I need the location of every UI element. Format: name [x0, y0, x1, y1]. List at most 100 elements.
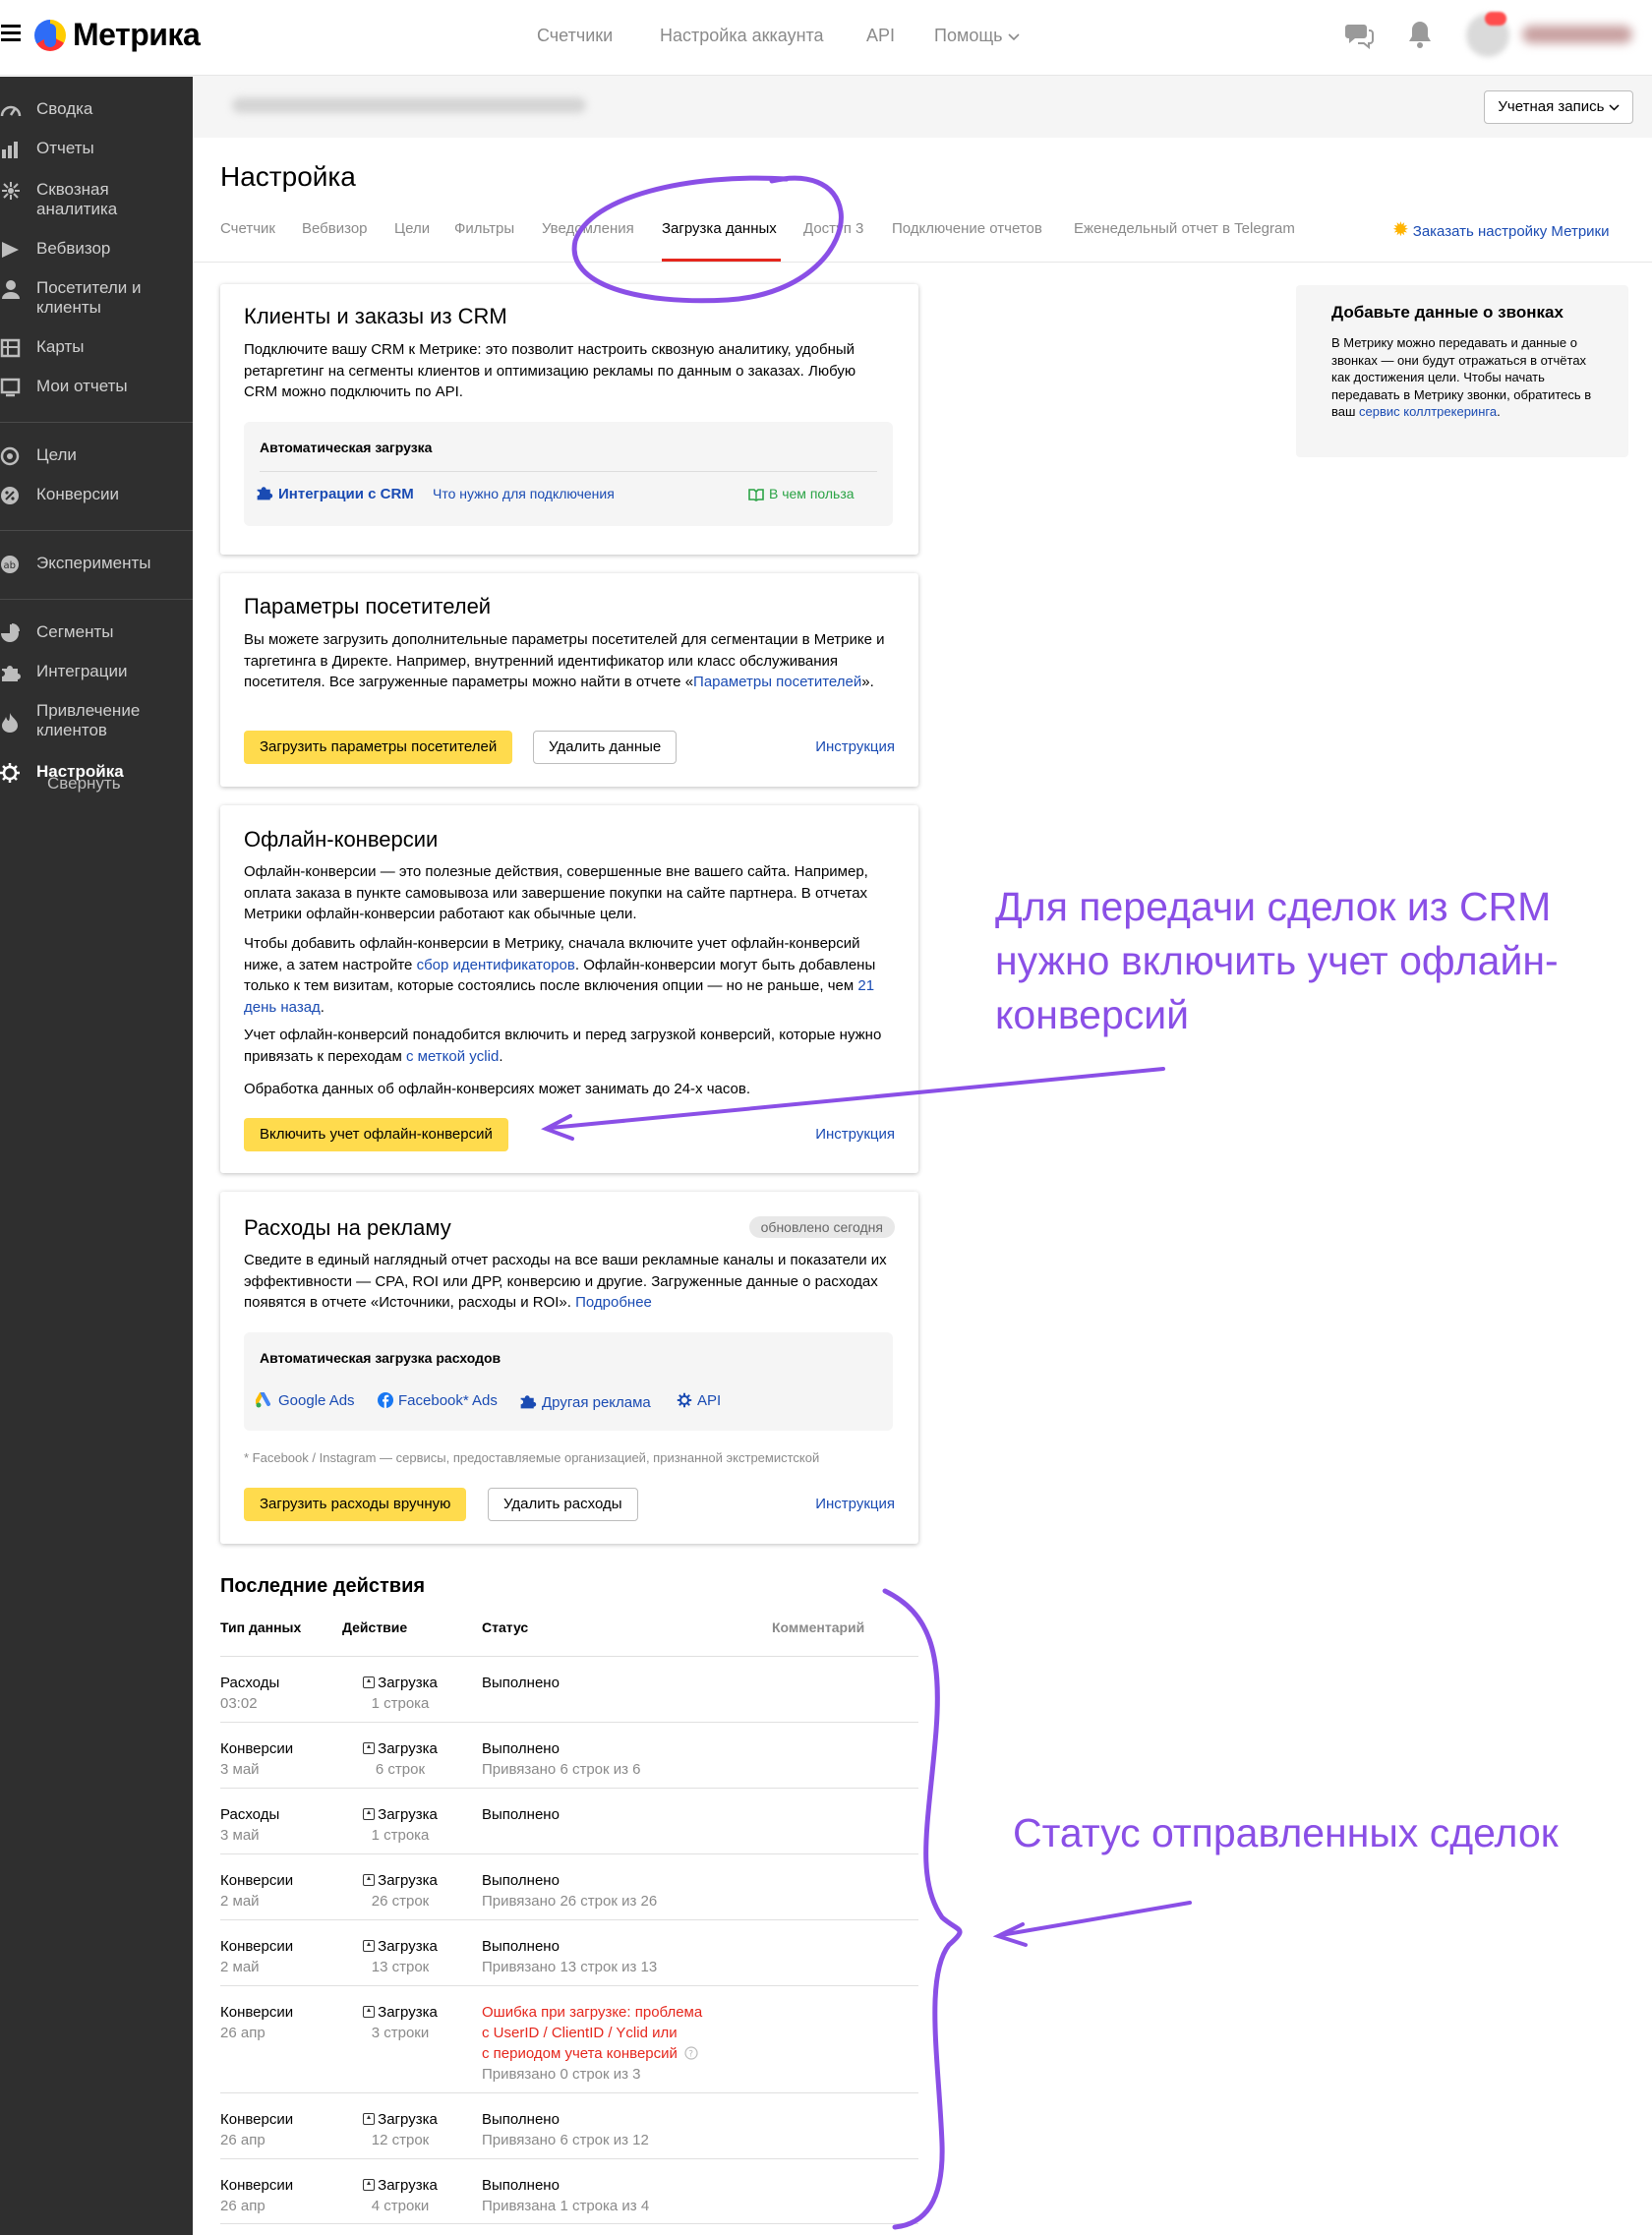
crm-requirements-link[interactable]: Что нужно для подключения [433, 486, 615, 501]
google-ads-link[interactable]: Google Ads [255, 1391, 355, 1409]
nav-account-settings[interactable]: Настройка аккаунта [660, 26, 824, 46]
error-status-line: Ошибка при загрузке: проблема [482, 2004, 703, 2021]
calltracking-link[interactable]: сервис коллтрекеринга [1359, 404, 1497, 419]
facebook-ads-link[interactable]: Facebook* Ads [378, 1392, 498, 1409]
account-button[interactable]: Учетная запись [1484, 90, 1633, 124]
question-icon[interactable]: ? [684, 2046, 698, 2060]
dashboard-icon [0, 105, 22, 117]
gear-icon [677, 1392, 692, 1408]
instruction-link[interactable]: Инструкция [815, 1496, 895, 1512]
ad-auto-upload-panel: Автоматическая загрузка расходов Google … [244, 1332, 893, 1431]
upload-expenses-button[interactable]: Загрузить расходы вручную [244, 1488, 467, 1521]
nav-counters[interactable]: Счетчики [537, 26, 613, 46]
date-label: 03:02 [220, 1695, 258, 1712]
api-link[interactable]: API [677, 1392, 721, 1409]
tab-notifications[interactable]: Уведомления [542, 220, 634, 237]
row-count: 12 строк [371, 2132, 430, 2148]
row-count: 6 строк [375, 1761, 426, 1778]
cell-type: Конверсии 2 май [220, 1870, 293, 1912]
puzzle-icon [2, 666, 21, 681]
calls-text-end: . [1497, 404, 1501, 419]
visitor-params-card: Параметры посетителей Вы можете загрузит… [220, 573, 918, 787]
action-label: Загрузка [378, 1938, 438, 1955]
id-collection-link[interactable]: сбор идентификаторов [417, 957, 575, 973]
more-link[interactable]: Подробнее [575, 1294, 652, 1311]
row-count: 4 строки [371, 2198, 430, 2214]
upload-icon [363, 2006, 376, 2018]
crm-integrations-link[interactable]: Интеграции с CRM [256, 484, 414, 502]
status-detail: Привязано 26 строк из 26 [482, 1893, 658, 1910]
instruction-link[interactable]: Инструкция [815, 1126, 895, 1143]
map-icon [0, 338, 21, 358]
svg-text:?: ? [688, 2050, 693, 2060]
chevron-down-icon [1609, 104, 1620, 111]
percent-icon [1, 487, 19, 504]
calls-title: Добавьте данные о звонках [1331, 303, 1564, 322]
google-ads-label: Google Ads [278, 1392, 355, 1409]
tab-telegram-report[interactable]: Еженедельный отчет в Telegram [1074, 220, 1295, 237]
yclid-link[interactable]: с меткой yclid [406, 1048, 499, 1065]
visitor-params-text: Вы можете загрузить дополнительные парам… [244, 629, 893, 693]
date-label: 26 апр [220, 2025, 266, 2041]
cell-status: Выполнено [482, 1673, 777, 1693]
tab-access[interactable]: Доступ 3 [803, 220, 863, 237]
nav-help[interactable]: Помощь [934, 26, 1020, 46]
cell-type: Конверсии 26 апр [220, 2109, 293, 2150]
sidebar-item-label: Эксперименты [36, 554, 151, 572]
menu-icon[interactable] [1, 25, 21, 44]
cell-action: Загрузка 1 строка [341, 1673, 459, 1714]
instruction-link[interactable]: Инструкция [815, 738, 895, 755]
table-row: Расходы 03:02 Загрузка 1 строка Выполнено [220, 1656, 918, 1722]
flame-icon [2, 713, 18, 733]
nav-help-label: Помощь [934, 26, 1003, 45]
cell-status: Выполнено Привязано 6 строк из 12 [482, 2109, 777, 2150]
tab-counter[interactable]: Счетчик [220, 220, 275, 237]
username-blurred[interactable] [1522, 26, 1632, 43]
crm-integrations-label: Интеграции с CRM [278, 486, 414, 502]
notification-badge [1485, 12, 1506, 26]
tabs-divider [193, 262, 1652, 263]
status-label: Выполнено [482, 1806, 560, 1823]
action-label: Загрузка [378, 1872, 438, 1889]
sidebar-item-label: Сводка [36, 99, 93, 118]
crm-benefit-link[interactable]: В чем польза [748, 486, 855, 501]
bell-icon[interactable] [1407, 20, 1433, 49]
delete-data-button[interactable]: Удалить данные [533, 731, 678, 764]
upload-visitor-params-button[interactable]: Загрузить параметры посетителей [244, 731, 513, 764]
ad-expenses-card: Расходы на рекламу обновлено сегодня Све… [220, 1192, 918, 1544]
logo-text[interactable]: Метрика [73, 17, 201, 53]
row-count: 1 строка [371, 1695, 430, 1712]
date-label: 2 май [220, 1893, 260, 1910]
annotation-arrow-line [999, 1901, 1192, 1937]
cell-action: Загрузка 3 строки [341, 2002, 459, 2043]
order-setup-link[interactable]: ✹ Заказать настройку Метрики [1392, 217, 1609, 242]
puzzle-icon [257, 487, 273, 500]
other-ads-link[interactable]: Другая реклама [519, 1392, 651, 1411]
collapse-sidebar[interactable]: Свернуть [47, 774, 121, 794]
crm-auto-upload-panel: Автоматическая загрузка Интеграции с CRM… [244, 422, 893, 526]
visitor-params-report-link[interactable]: Параметры посетителей [693, 674, 861, 690]
tab-filters[interactable]: Фильтры [454, 220, 514, 237]
tab-data-upload[interactable]: Загрузка данных [662, 220, 777, 237]
chat-icon[interactable] [1344, 22, 1374, 49]
error-status-line: с периодом учета конверсий [482, 2045, 678, 2062]
table-row: Конверсии 26 апр Загрузка 12 строк Выполне… [220, 2092, 918, 2158]
ad-expenses-text: Сведите в единый наглядный отчет расходы… [244, 1250, 893, 1314]
tab-report-connection[interactable]: Подключение отчетов [892, 220, 1042, 237]
cell-action: Загрузка 1 строка [341, 1804, 459, 1846]
crm-benefit-label: В чем польза [769, 486, 855, 501]
sidebar-item-label: Привлечение клиентов [36, 701, 141, 739]
breadcrumb-blurred[interactable] [232, 97, 586, 113]
tab-webvisor[interactable]: Вебвизор [302, 220, 368, 237]
status-label: Выполнено [482, 2177, 560, 2194]
column-header: Комментарий [772, 1619, 865, 1635]
metrika-logo-icon[interactable] [34, 20, 66, 51]
delete-expenses-button[interactable]: Удалить расходы [488, 1488, 638, 1521]
column-header: Действие [342, 1619, 408, 1635]
enable-offline-conversions-button[interactable]: Включить учет офлайн-конверсий [244, 1118, 508, 1151]
column-header: Тип данных [220, 1619, 302, 1635]
offline-p3: Учет офлайн-конверсий понадобится включи… [244, 1025, 893, 1067]
nav-api[interactable]: API [866, 26, 895, 46]
updated-badge: обновлено сегодня [748, 1216, 895, 1238]
tab-goals[interactable]: Цели [394, 220, 430, 237]
